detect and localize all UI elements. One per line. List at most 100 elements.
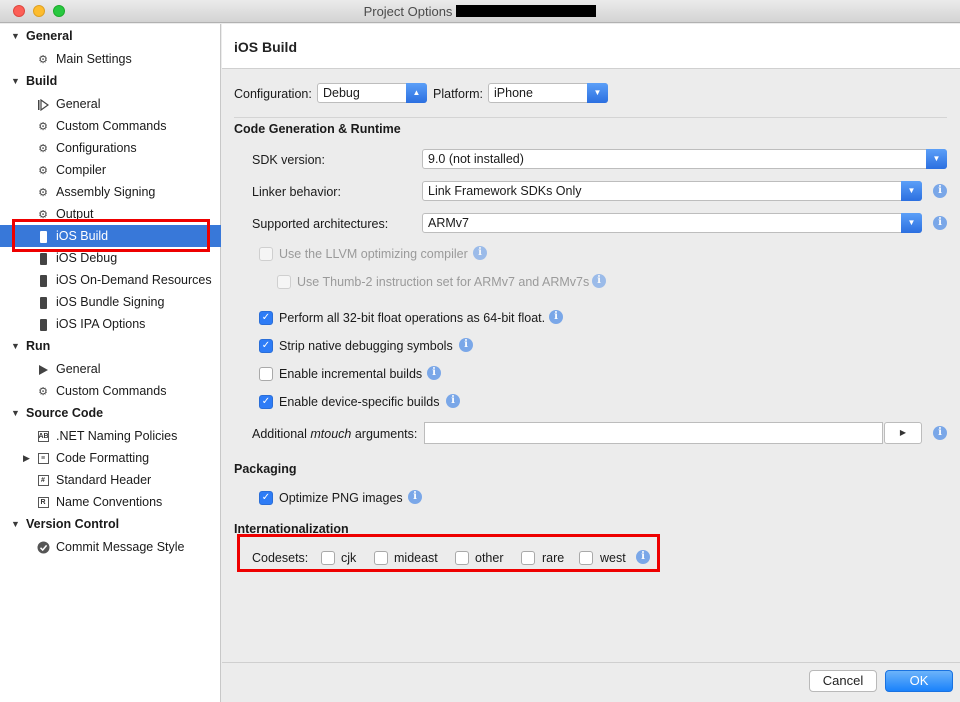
platform-label: Platform: [433,87,484,101]
info-icon[interactable]: i [592,274,606,288]
name-conventions-icon: R [36,496,50,509]
sidebar-section-label: Version Control [26,517,120,531]
sidebar-item-label: iOS On-Demand Resources [56,273,212,287]
sidebar-item-label: Compiler [56,163,107,177]
sidebar-item-label: iOS Debug [56,251,118,265]
sidebar-item-build-general[interactable]: General [0,93,221,115]
sidebar-item-ios-debug[interactable]: iOS Debug [0,247,221,269]
mtouch-args-menu-button[interactable]: ▶ [884,422,922,444]
info-icon[interactable]: i [933,184,947,198]
sidebar-item-custom-commands[interactable]: ⚙ Custom Commands [0,115,221,137]
sidebar-item-name-conventions[interactable]: R Name Conventions [0,491,221,513]
sidebar-section-build[interactable]: ▼ Build [0,70,221,92]
platform-value: iPhone [494,86,533,100]
mtouch-args-label: Additional mtouch arguments: [252,427,417,441]
sidebar-item-ios-build[interactable]: iOS Build [0,225,221,247]
llvm-checkbox[interactable] [259,247,273,261]
ok-button[interactable]: OK [885,670,953,692]
dialog-footer: Cancel OK [222,662,960,702]
sdk-version-select[interactable]: 9.0 (not installed) ▼ [422,149,947,169]
disclosure-down-icon[interactable]: ▼ [11,70,20,92]
sidebar-section-run[interactable]: ▼ Run [0,335,221,357]
chevron-down-icon: ▼ [901,213,922,233]
disclosure-down-icon[interactable]: ▼ [11,402,20,424]
page-title: iOS Build [234,39,297,55]
sidebar-item-label: iOS Build [56,229,109,243]
sidebar-item-main-settings[interactable]: ⚙ Main Settings [0,48,221,70]
gear-icon: ⚙ [38,186,48,199]
configuration-select[interactable]: Debug ▲ [317,83,427,103]
cancel-button[interactable]: Cancel [809,670,877,692]
sidebar-item-label: Output [56,207,94,221]
info-icon[interactable]: i [446,394,460,408]
float64-checkbox[interactable]: ✓ [259,311,273,325]
gear-icon: ⚙ [38,164,48,177]
incremental-builds-checkbox[interactable] [259,367,273,381]
device-specific-label: Enable device-specific builds [279,395,440,409]
linker-behavior-label: Linker behavior: [252,185,341,199]
info-icon[interactable]: i [933,216,947,230]
sidebar-item-standard-header[interactable]: # Standard Header [0,469,221,491]
sidebar-item-label: Configurations [56,141,137,155]
sidebar-section-source-code[interactable]: ▼ Source Code [0,402,221,424]
info-icon[interactable]: i [473,246,487,260]
thumb2-checkbox[interactable] [277,275,291,289]
sidebar-item-configurations[interactable]: ⚙ Configurations [0,137,221,159]
platform-select[interactable]: iPhone ▼ [488,83,608,103]
llvm-label: Use the LLVM optimizing compiler [279,247,468,261]
sidebar-item-commit-message-style[interactable]: Commit Message Style [0,536,221,558]
sidebar-item-ios-on-demand-resources[interactable]: iOS On-Demand Resources [0,269,221,291]
title-bar: Project Options [0,0,960,23]
sidebar-item-code-formatting[interactable]: ▶ ≡ Code Formatting [0,447,221,469]
sidebar-item-label: General [56,362,101,376]
sidebar-item-label: Custom Commands [56,119,167,133]
sidebar-section-general[interactable]: ▼ General [0,25,221,47]
device-specific-checkbox[interactable]: ✓ [259,395,273,409]
sidebar-item-assembly-signing[interactable]: ⚙ Assembly Signing [0,181,221,203]
window-title-wrap: Project Options [0,4,960,19]
phone-icon [36,252,50,265]
phone-icon [36,318,50,331]
info-icon[interactable]: i [459,338,473,352]
sidebar-item-ios-ipa-options[interactable]: iOS IPA Options [0,313,221,335]
disclosure-right-icon[interactable]: ▶ [23,447,30,469]
optimize-png-label: Optimize PNG images [279,491,403,505]
sidebar-item-label: Standard Header [56,473,152,487]
sdk-version-label: SDK version: [252,153,325,167]
float64-label: Perform all 32-bit float operations as 6… [279,311,546,325]
configuration-value: Debug [323,86,360,100]
sidebar-item-label: Code Formatting [56,451,150,465]
disclosure-down-icon[interactable]: ▼ [11,513,20,535]
sidebar-section-version-control[interactable]: ▼ Version Control [0,513,221,535]
chevron-down-icon: ▼ [587,83,608,103]
sidebar-item-output[interactable]: ⚙ Output [0,203,221,225]
disclosure-down-icon[interactable]: ▼ [11,335,20,357]
info-icon[interactable]: i [427,366,441,380]
phone-icon [36,296,50,309]
strip-symbols-checkbox[interactable]: ✓ [259,339,273,353]
section-heading-packaging: Packaging [234,462,297,476]
sidebar-item-label: iOS Bundle Signing [56,295,165,309]
sidebar-item-run-custom-commands[interactable]: ⚙ Custom Commands [0,380,221,402]
linker-behavior-select[interactable]: Link Framework SDKs Only ▼ [422,181,922,201]
sidebar-item-run-general[interactable]: General [0,358,221,380]
panel-header: iOS Build [222,24,960,69]
disclosure-down-icon[interactable]: ▼ [11,25,20,47]
mtouch-label-prefix: Additional [252,427,311,441]
sidebar-item-label: Assembly Signing [56,185,156,199]
sidebar-item-net-naming-policies[interactable]: AB .NET Naming Policies [0,425,221,447]
info-icon[interactable]: i [933,426,947,440]
strip-symbols-label: Strip native debugging symbols [279,339,453,353]
sidebar-item-label: Commit Message Style [56,540,185,554]
mtouch-args-input[interactable] [424,422,883,444]
phone-icon [36,274,50,287]
sidebar-item-label: Custom Commands [56,384,167,398]
sidebar-item-ios-bundle-signing[interactable]: iOS Bundle Signing [0,291,221,313]
info-icon[interactable]: i [549,310,563,324]
supported-architectures-select[interactable]: ARMv7 ▼ [422,213,922,233]
info-icon[interactable]: i [408,490,422,504]
optimize-png-checkbox[interactable]: ✓ [259,491,273,505]
thumb2-label: Use Thumb-2 instruction set for ARMv7 an… [297,275,590,289]
gear-icon: ⚙ [38,208,48,221]
sidebar-item-compiler[interactable]: ⚙ Compiler [0,159,221,181]
